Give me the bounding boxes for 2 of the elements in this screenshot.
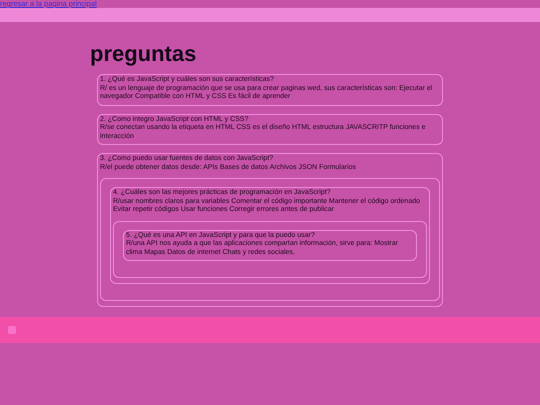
page-title: preguntas bbox=[90, 42, 196, 66]
square-icon bbox=[8, 326, 16, 334]
